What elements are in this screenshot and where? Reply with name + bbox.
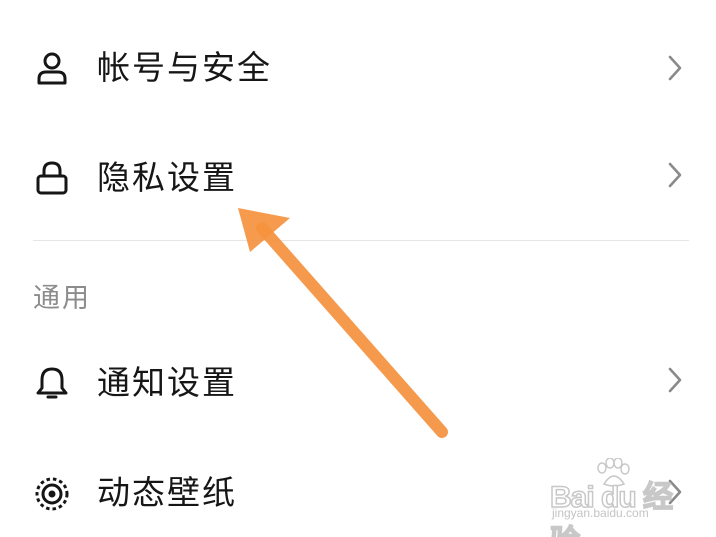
settings-item-privacy[interactable]: 隐私设置: [0, 128, 716, 228]
settings-item-label: 隐私设置: [97, 158, 237, 197]
bell-icon: [36, 367, 68, 399]
settings-item-label: 通知设置: [97, 363, 237, 402]
settings-page: 帐号与安全 隐私设置 通用 通知设置 动态壁纸 Bai du 经 jingyan…: [0, 0, 716, 537]
person-icon: [37, 52, 67, 85]
chevron-right-icon: [668, 55, 682, 81]
settings-item-label: 动态壁纸: [97, 473, 237, 512]
chevron-right-icon: [668, 479, 682, 505]
settings-item-label: 帐号与安全: [97, 48, 272, 87]
settings-item-account-security[interactable]: 帐号与安全: [0, 18, 716, 118]
live-wallpaper-icon: [35, 477, 69, 511]
settings-item-notifications[interactable]: 通知设置: [0, 333, 716, 433]
settings-item-live-wallpaper[interactable]: 动态壁纸: [0, 443, 716, 537]
section-divider: [33, 240, 689, 241]
chevron-right-icon: [668, 367, 682, 393]
section-title-general: 通用: [33, 283, 91, 314]
lock-icon: [36, 161, 68, 195]
chevron-right-icon: [668, 162, 682, 188]
